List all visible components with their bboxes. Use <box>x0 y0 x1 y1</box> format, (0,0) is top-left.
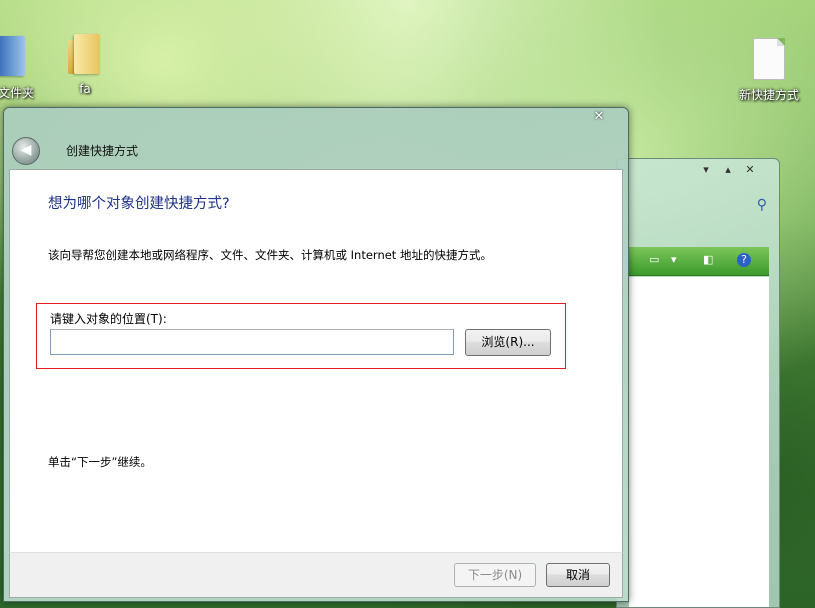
desktop-icon-label: 建文件夹 <box>0 86 34 100</box>
window-caption-buttons: ▾ ▴ ✕ <box>695 163 761 176</box>
chevron-up-icon[interactable]: ▴ <box>717 163 739 176</box>
wizard-content: 想为哪个对象创建快捷方式? 该向导帮您创建本地或网络程序、文件、文件夹、计算机或… <box>9 169 623 553</box>
preview-pane-icon[interactable]: ◧ <box>703 253 717 267</box>
close-icon[interactable]: ✕ <box>739 163 761 176</box>
desktop-icon-label: fa <box>79 82 91 96</box>
create-shortcut-dialog: ✕ ◀ 创建快捷方式 想为哪个对象创建快捷方式? 该向导帮您创建本地或网络程序、… <box>3 107 629 602</box>
folder-icon <box>0 36 27 78</box>
desktop-icon-new-folder[interactable]: 建文件夹 <box>0 36 42 101</box>
wizard-heading: 想为哪个对象创建快捷方式? <box>48 196 230 212</box>
file-icon <box>753 38 785 80</box>
location-label: 请键入对象的位置(T): <box>50 312 167 326</box>
explorer-toolbar: ▭ ▾ ◧ ? <box>629 247 769 276</box>
dialog-title: 创建快捷方式 <box>66 144 139 158</box>
browse-button[interactable]: 浏览(R)... <box>465 329 551 356</box>
background-explorer-window[interactable]: ▾ ▴ ✕ ⚲ ▭ ▾ ◧ ? <box>616 158 780 608</box>
help-icon[interactable]: ? <box>737 253 751 267</box>
desktop-icon-new-shortcut[interactable]: 新快捷方式 <box>734 38 804 103</box>
desktop-icon-label: 新快捷方式 <box>738 88 799 102</box>
folder-icon <box>68 34 102 76</box>
desktop-icon-fa[interactable]: fa <box>56 34 114 96</box>
view-icon[interactable]: ▭ <box>649 253 663 267</box>
chevron-down-icon[interactable]: ▾ <box>671 253 685 267</box>
wizard-description: 该向导帮您创建本地或网络程序、文件、文件夹、计算机或 Internet 地址的快… <box>48 248 492 262</box>
chevron-down-icon[interactable]: ▾ <box>695 163 717 176</box>
close-icon[interactable]: ✕ <box>588 109 610 125</box>
back-button[interactable]: ◀ <box>12 137 40 165</box>
cancel-button[interactable]: 取消 <box>546 563 610 587</box>
explorer-content-pane <box>629 277 769 607</box>
wizard-hint: 单击“下一步”继续。 <box>48 455 152 469</box>
location-input[interactable] <box>50 329 454 355</box>
next-button[interactable]: 下一步(N) <box>454 563 536 587</box>
wizard-footer: 下一步(N) 取消 <box>9 552 623 598</box>
search-icon[interactable]: ⚲ <box>757 197 767 213</box>
